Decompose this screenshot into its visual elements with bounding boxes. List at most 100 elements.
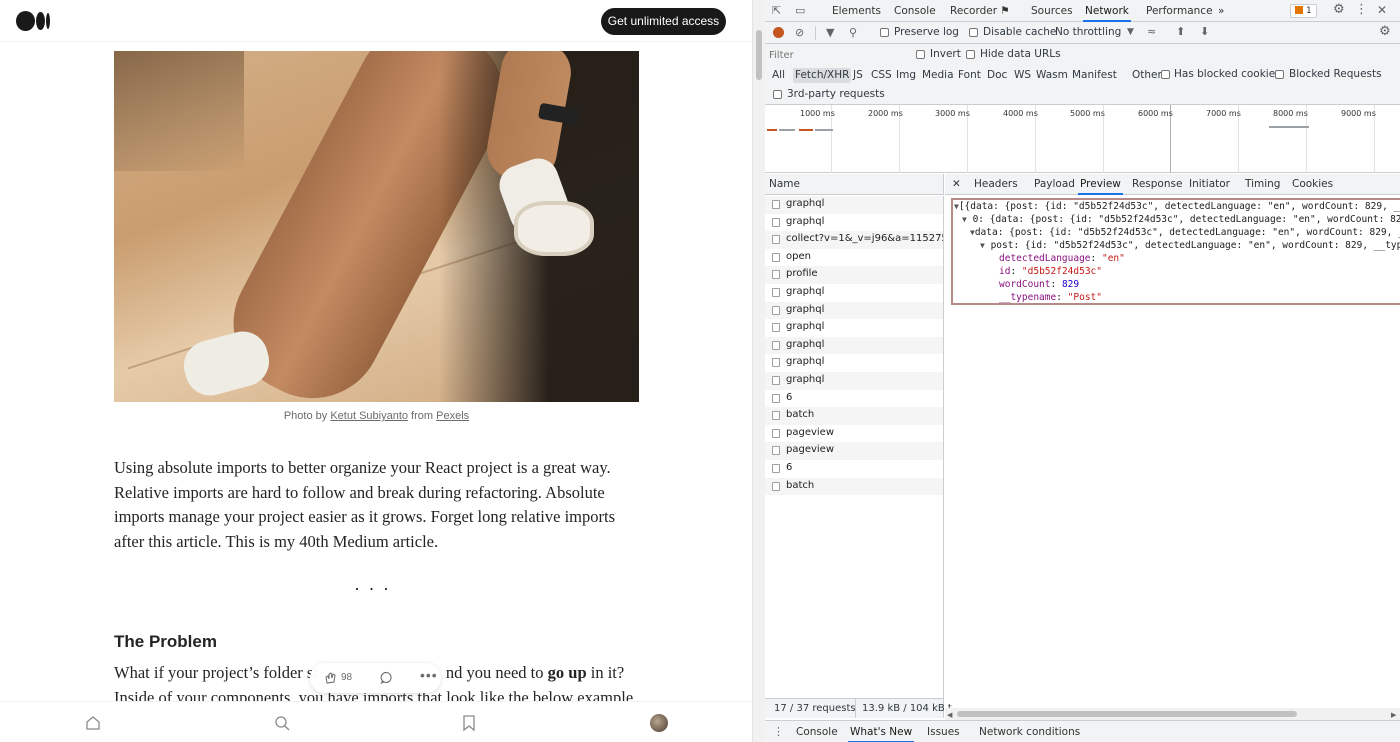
more-tabs-icon[interactable]: » xyxy=(1218,0,1224,22)
request-row-graphql[interactable]: graphql xyxy=(765,214,943,232)
tab-cookies[interactable]: Cookies xyxy=(1292,174,1333,195)
blocked-cookies-label[interactable]: Has blocked cookies xyxy=(1174,68,1281,80)
expand-triangle-icon[interactable]: ▼ xyxy=(962,215,967,224)
preview-line-0[interactable]: ▼ 0: {data: {post: {id: "d5b52f24d53c", … xyxy=(962,214,1400,225)
filter-funnel-icon[interactable]: ▼ xyxy=(826,26,834,40)
drawer-tab-console[interactable]: Console xyxy=(796,721,838,742)
kebab-menu-icon[interactable]: ⋮ xyxy=(1355,3,1368,17)
medium-logo[interactable] xyxy=(16,11,52,31)
record-icon[interactable] xyxy=(773,27,784,38)
preserve-log-label[interactable]: Preserve log xyxy=(894,26,959,38)
close-devtools-icon[interactable]: ✕ xyxy=(1377,3,1387,17)
request-row-batch[interactable]: batch xyxy=(765,407,943,425)
blocked-requests-label[interactable]: Blocked Requests xyxy=(1289,68,1382,80)
type-filter-css[interactable]: CSS xyxy=(869,68,894,83)
drawer-tab-issues[interactable]: Issues xyxy=(927,721,960,742)
bookmarks-icon[interactable] xyxy=(460,714,478,732)
preview-horizontal-scrollbar[interactable]: ◀ ▶ xyxy=(945,708,1400,720)
search-network-icon[interactable]: ⚲ xyxy=(849,26,857,40)
request-row-graphql[interactable]: graphql xyxy=(765,284,943,302)
more-options-icon[interactable]: ••• xyxy=(420,667,438,683)
preview-line-data[interactable]: ▼data: {post: {id: "d5b52f24d53c", detec… xyxy=(970,227,1400,238)
tab-sources[interactable]: Sources xyxy=(1031,0,1073,22)
tab-network[interactable]: Network xyxy=(1083,0,1131,22)
invert-label[interactable]: Invert xyxy=(930,48,961,60)
request-row-6[interactable]: 6 xyxy=(765,390,943,408)
type-filter-js[interactable]: JS xyxy=(851,68,865,83)
expand-triangle-icon[interactable]: ▼ xyxy=(980,241,985,250)
chevron-down-icon[interactable]: ▼ xyxy=(1127,25,1134,39)
disable-cache-checkbox[interactable] xyxy=(969,28,978,37)
request-row-graphql[interactable]: graphql xyxy=(765,319,943,337)
issues-badge[interactable]: 1 xyxy=(1290,4,1317,18)
type-filter-fetch-xhr[interactable]: Fetch/XHR xyxy=(793,68,852,83)
type-filter-manifest[interactable]: Manifest xyxy=(1070,68,1119,83)
type-filter-img[interactable]: Img xyxy=(894,68,918,83)
tab-timing[interactable]: Timing xyxy=(1245,174,1280,195)
request-row-graphql[interactable]: graphql xyxy=(765,354,943,372)
type-filter-ws[interactable]: WS xyxy=(1012,68,1033,83)
import-har-icon[interactable]: ⬆ xyxy=(1176,25,1185,39)
network-conditions-icon[interactable]: ≈ xyxy=(1147,25,1156,39)
photographer-link[interactable]: Ketut Subiyanto xyxy=(330,410,408,422)
tab-response[interactable]: Response xyxy=(1132,174,1182,195)
preview-line-root[interactable]: ▼[{data: {post: {id: "d5b52f24d53c", det… xyxy=(954,201,1400,212)
comment-icon[interactable] xyxy=(380,671,393,684)
request-row-open[interactable]: open xyxy=(765,249,943,267)
search-icon[interactable] xyxy=(273,714,291,732)
request-row-graphql[interactable]: graphql xyxy=(765,196,943,214)
request-row-graphql[interactable]: graphql xyxy=(765,336,943,355)
tab-recorder[interactable]: Recorder ⚑ xyxy=(950,0,1010,22)
avatar[interactable] xyxy=(650,714,668,732)
drawer-tab-whats-new[interactable]: What's New xyxy=(848,721,915,742)
request-row-graphql[interactable]: graphql xyxy=(765,301,943,320)
disable-cache-label[interactable]: Disable cache xyxy=(983,26,1056,38)
type-filter-wasm[interactable]: Wasm xyxy=(1034,68,1070,83)
settings-gear-icon[interactable]: ⚙ xyxy=(1333,3,1345,17)
request-row-graphql[interactable]: graphql xyxy=(765,372,943,390)
home-icon[interactable] xyxy=(84,714,102,732)
request-row-batch[interactable]: batch xyxy=(765,477,943,496)
tab-headers[interactable]: Headers xyxy=(974,174,1018,195)
hide-data-urls-checkbox[interactable] xyxy=(966,50,975,59)
request-row-collect[interactable]: collect?v=1&_v=j96&a=1152751... xyxy=(765,231,943,249)
close-detail-icon[interactable]: ✕ xyxy=(952,174,961,195)
type-filter-media[interactable]: Media xyxy=(920,68,956,83)
device-toolbar-icon[interactable]: ▭ xyxy=(795,4,805,18)
tab-elements[interactable]: Elements xyxy=(832,0,881,22)
clap-icon[interactable] xyxy=(324,671,338,685)
request-row-6[interactable]: 6 xyxy=(765,460,943,478)
page-scrollbar[interactable] xyxy=(752,0,765,742)
third-party-label[interactable]: 3rd-party requests xyxy=(787,88,885,100)
hide-data-urls-label[interactable]: Hide data URLs xyxy=(980,48,1061,60)
request-row-pageview[interactable]: pageview xyxy=(765,425,943,443)
drawer-menu-icon[interactable]: ⋮ xyxy=(773,725,784,739)
pexels-link[interactable]: Pexels xyxy=(436,410,469,422)
type-filter-doc[interactable]: Doc xyxy=(985,68,1009,83)
network-overview-timeline[interactable]: 1000 ms 2000 ms 3000 ms 4000 ms 5000 ms … xyxy=(765,105,1400,173)
name-column-header[interactable]: Name xyxy=(765,174,944,195)
preview-line-post[interactable]: ▼ post: {id: "d5b52f24d53c", detectedLan… xyxy=(980,240,1400,251)
type-filter-all[interactable]: All xyxy=(770,68,787,83)
blocked-requests-checkbox[interactable] xyxy=(1275,70,1284,79)
filter-input[interactable] xyxy=(769,48,901,63)
tab-performance[interactable]: Performance xyxy=(1146,0,1213,22)
tab-initiator[interactable]: Initiator xyxy=(1189,174,1230,195)
clear-icon[interactable]: ⊘ xyxy=(795,26,804,40)
throttling-select[interactable]: No throttling xyxy=(1055,26,1121,38)
blocked-cookies-checkbox[interactable] xyxy=(1161,70,1170,79)
preserve-log-checkbox[interactable] xyxy=(880,28,889,37)
type-filter-font[interactable]: Font xyxy=(956,68,983,83)
network-settings-gear-icon[interactable]: ⚙ xyxy=(1379,25,1391,39)
type-filter-other[interactable]: Other xyxy=(1130,68,1164,83)
drawer-tab-network-conditions[interactable]: Network conditions xyxy=(979,721,1080,742)
inspect-element-icon[interactable]: ⇱ xyxy=(772,4,781,18)
get-unlimited-access-button[interactable]: Get unlimited access xyxy=(601,8,726,35)
tab-payload[interactable]: Payload xyxy=(1034,174,1075,195)
request-row-pageview[interactable]: pageview xyxy=(765,442,943,460)
export-har-icon[interactable]: ⬇ xyxy=(1200,25,1209,39)
third-party-checkbox[interactable] xyxy=(773,90,782,99)
tab-preview[interactable]: Preview xyxy=(1078,174,1123,195)
invert-checkbox[interactable] xyxy=(916,50,925,59)
request-row-profile[interactable]: profile xyxy=(765,266,943,284)
